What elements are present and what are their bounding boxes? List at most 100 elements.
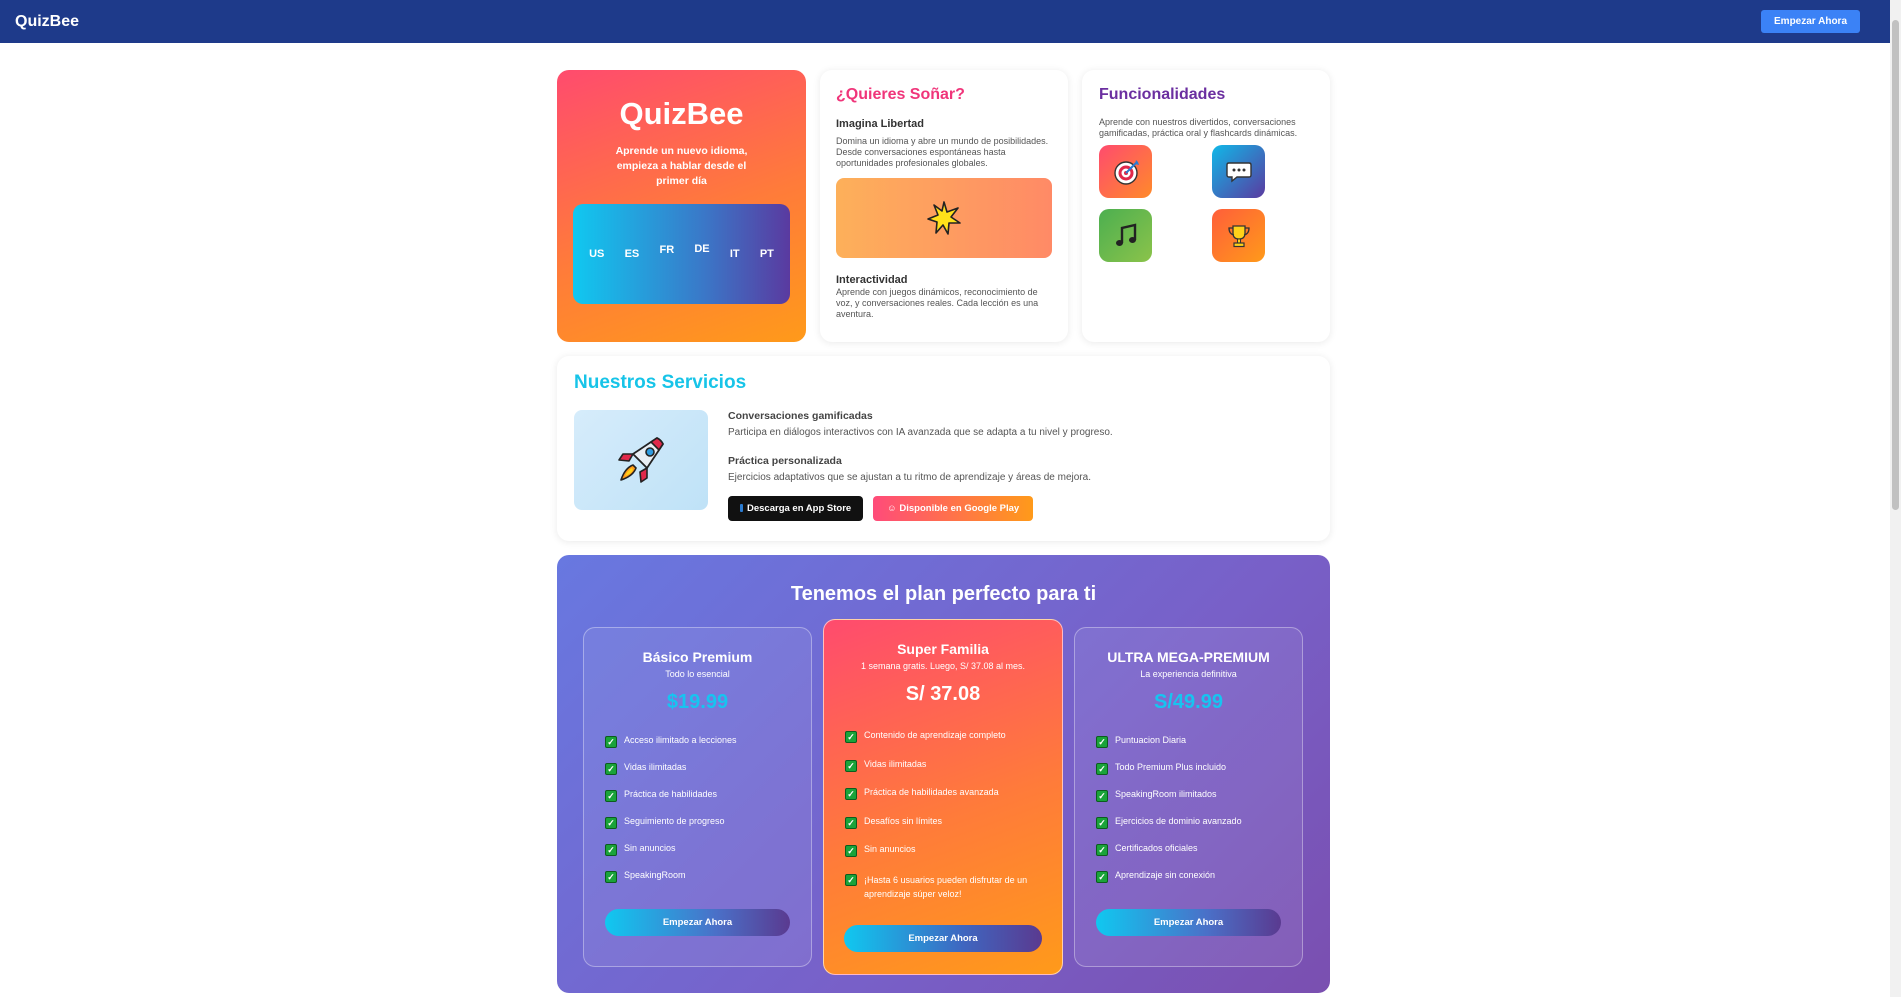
main-content: QuizBee Aprende un nuevo idioma, empieza… [557,70,1330,993]
plan-subtitle: 1 semana gratis. Luego, S/ 37.08 al mes. [860,661,1026,671]
plan-feature: ✓ SpeakingRoom ilimitados [1096,789,1302,816]
services-illustration [574,410,708,510]
plan-basic-start-button[interactable]: Empezar Ahora [605,909,790,936]
plan-feature: ✓ Sin anuncios [845,844,1062,873]
app-store-button[interactable]: Descarga en App Store [728,496,864,521]
trophy-icon [1227,224,1250,247]
plan-name: Básico Premium [642,649,753,665]
plan-subtitle: Todo lo esencial [665,669,730,679]
plan-subtitle: La experiencia definitiva [1140,669,1237,679]
check-icon: ✓ [845,816,857,829]
plan-feature: ✓ Contenido de aprendizaje completo [845,730,1062,759]
plan-feature: ✓ Práctica de habilidades [605,789,811,816]
features-card: Funcionalidades Aprende con nuestros div… [1082,70,1330,342]
rocket-icon [618,437,664,483]
dream-card: ¿Quieres Soñar? Imagina Libertad Domina … [820,70,1068,342]
check-icon: ✓ [605,736,617,748]
plan-feature: ✓ Sin anuncios [605,843,811,870]
plan-name: ULTRA MEGA-PREMIUM [1107,649,1270,665]
dream-text-freedom: Domina un idioma y abre un mundo de posi… [836,136,1049,168]
plan-card-family: Super Familia 1 semana gratis. Luego, S/… [823,619,1063,975]
hero-card: QuizBee Aprende un nuevo idioma, empieza… [557,70,806,342]
top-navbar: QuizBee Empezar Ahora [0,0,1890,43]
plan-feature: ✓ ¡Hasta 6 usuarios pueden disfrutar de u… [845,873,1062,911]
plan-feature: ✓ Acceso ilimitado a lecciones [605,735,811,762]
plan-feature: ✓ Todo Premium Plus incluido [1096,762,1302,789]
language-de[interactable]: DE [694,243,709,255]
check-icon: ✓ [845,731,857,743]
features-title: Funcionalidades [1099,86,1226,103]
check-icon: ✓ [605,817,617,829]
hero-tagline: Aprende un nuevo idioma, empieza a habla… [615,145,748,187]
feature-target-tile[interactable] [1099,145,1152,198]
language-us[interactable]: US [589,248,604,260]
plan-ultra-start-button[interactable]: Empezar Ahora [1096,909,1281,936]
plan-card-ultra: ULTRA MEGA-PREMIUM La experiencia defini… [1074,627,1303,967]
features-text: Aprende con nuestros divertidos, convers… [1099,117,1298,138]
plan-feature: ✓ Certificados oficiales [1096,843,1302,870]
plan-name: Super Familia [897,641,989,657]
star-icon [927,201,961,235]
brand-logo[interactable]: QuizBee [15,13,79,31]
plan-feature: ✓ Desafíos sin límites [845,816,1062,845]
service-title-practice: Práctica personalizada [728,455,842,467]
services-title: Nuestros Servicios [574,372,747,393]
service-title-conversations: Conversaciones gamificadas [728,410,873,422]
plan-feature: ✓ Ejercicios de dominio avanzado [1096,816,1302,843]
dream-text-interactivity: Aprende con juegos dinámicos, reconocimi… [836,287,1039,319]
service-text-practice: Ejercicios adaptativos que se ajustan a … [728,472,1091,483]
language-selector: US ES FR DE IT PT [573,204,790,304]
check-icon: ✓ [845,873,857,886]
language-pt[interactable]: PT [760,248,774,260]
music-note-icon [1115,222,1136,246]
plan-feature: ✓ Vidas ilimitadas [605,762,811,789]
scrollbar-thumb[interactable] [1892,20,1899,510]
language-it[interactable]: IT [730,248,740,260]
target-icon [1113,159,1139,185]
dream-subtitle-interactivity: Interactividad [836,274,908,286]
plan-price: $19.99 [666,691,729,713]
check-icon: ✓ [1096,871,1108,883]
check-icon: ✓ [845,788,857,800]
feature-trophy-tile[interactable] [1212,209,1265,262]
check-icon: ✓ [1096,844,1108,856]
check-icon: ✓ [845,845,857,857]
check-icon: ✓ [605,790,617,802]
check-icon: ✓ [605,871,617,883]
google-play-label: Disponible en Google Play [899,503,1020,514]
dream-title: ¿Quieres Soñar? [836,86,965,103]
check-icon: ✓ [1096,736,1108,748]
plan-feature: ✓ Vidas ilimitadas [845,759,1062,788]
dream-illustration [836,178,1052,258]
plan-price: S/49.99 [1154,691,1223,713]
plan-features: ✓ Contenido de aprendizaje completo ✓ Vida… [824,730,1062,911]
header-start-button[interactable]: Empezar Ahora [1761,10,1860,33]
google-play-button[interactable]: ☺ Disponible en Google Play [873,496,1034,521]
plan-feature: ✓ Puntuacion Diaria [1096,735,1302,762]
language-es[interactable]: ES [625,248,640,260]
feature-chat-tile[interactable] [1212,145,1265,198]
check-icon: ✓ [605,763,617,775]
page-scrollbar[interactable] [1890,0,1901,997]
plan-family-start-button[interactable]: Empezar Ahora [844,925,1042,952]
robot-icon: ☺ [887,503,897,513]
app-store-label: Descarga en App Store [747,503,852,514]
hero-title: QuizBee [619,96,744,131]
pricing-title: Tenemos el plan perfecto para ti [790,583,1097,605]
check-icon: ✓ [1096,763,1108,775]
feature-music-tile[interactable] [1099,209,1152,262]
plan-price: S/ 37.08 [905,683,981,705]
plan-feature: ✓ Aprendizaje sin conexión [1096,870,1302,897]
dream-subtitle-freedom: Imagina Libertad [836,118,925,130]
language-fr[interactable]: FR [659,244,674,256]
check-icon: ✓ [605,844,617,856]
plan-features: ✓ Puntuacion Diaria ✓ Todo Premium Plus in… [1075,735,1302,897]
phone-icon [740,504,743,512]
check-icon: ✓ [845,759,857,772]
plan-card-basic: Básico Premium Todo lo esencial $19.99 ✓… [583,627,812,967]
plan-feature: ✓ Seguimiento de progreso [605,816,811,843]
speech-bubble-icon [1225,161,1252,182]
pricing-section: Tenemos el plan perfecto para ti Básico … [557,555,1330,993]
plan-feature: ✓ Práctica de habilidades avanzada [845,787,1062,816]
services-card: Nuestros Servicios Conversaciones gamifi… [557,356,1330,541]
